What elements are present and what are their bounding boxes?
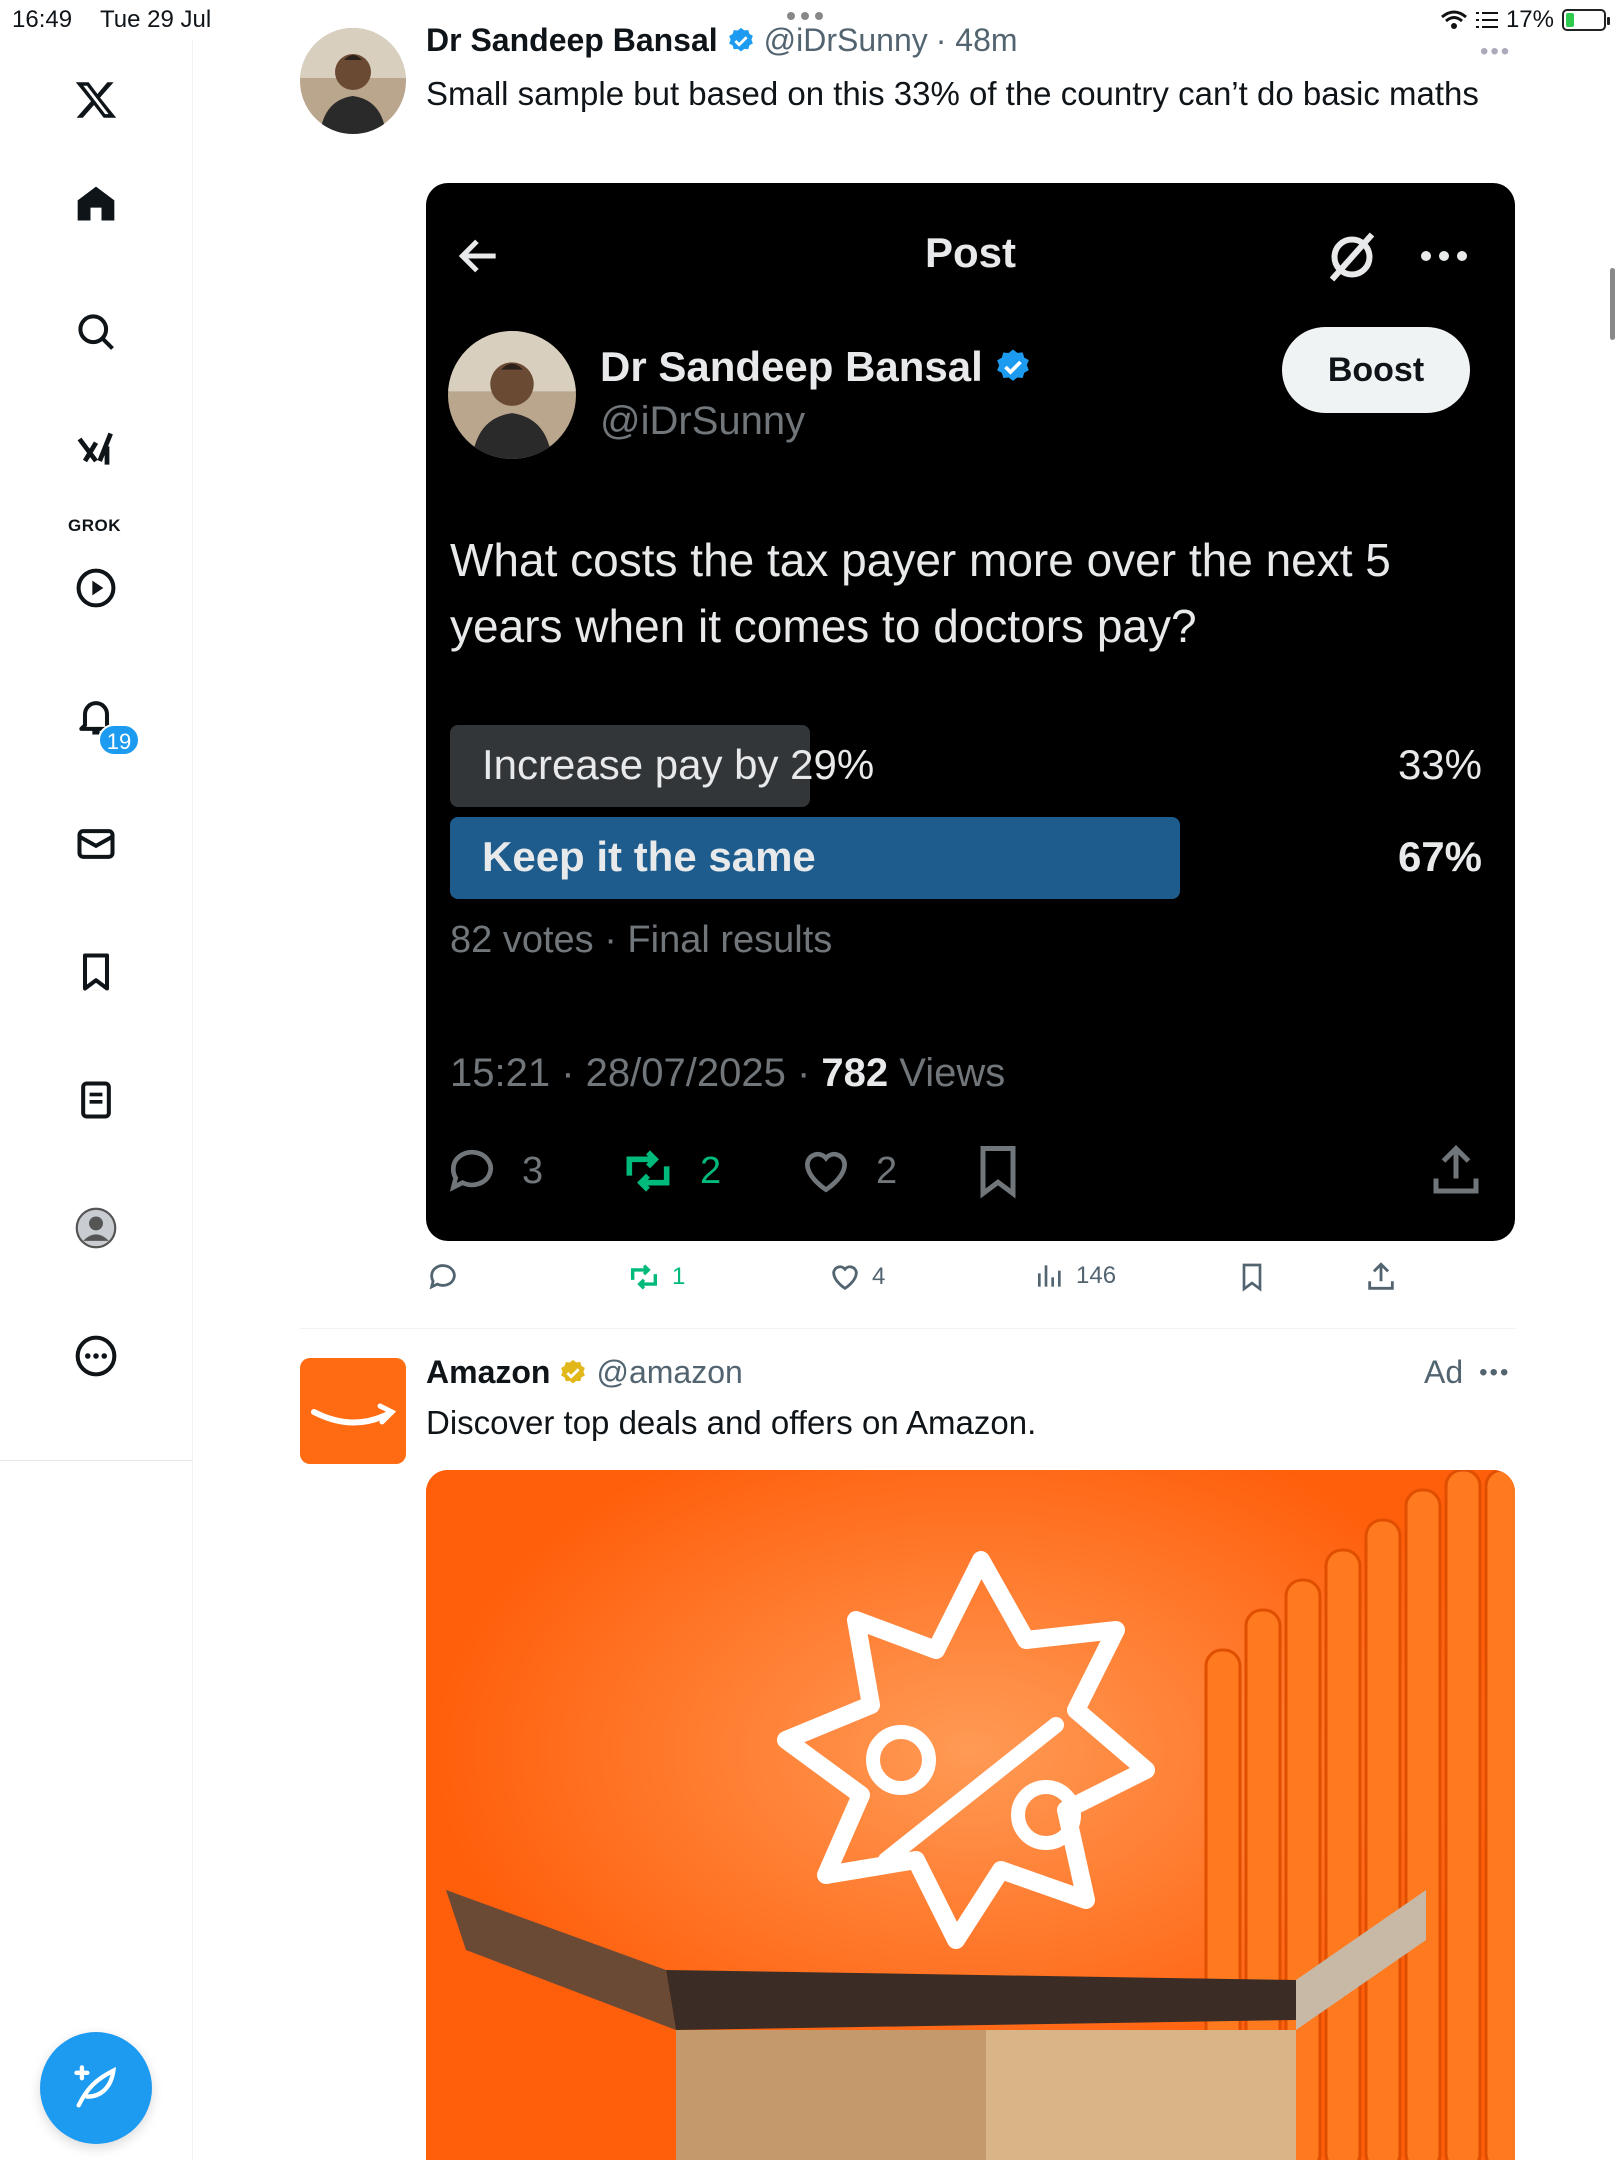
embed-author-name: Dr Sandeep Bansal: [600, 343, 983, 390]
poll-option-label: Increase pay by 29%: [482, 741, 875, 788]
like-count: 4: [872, 1263, 886, 1290]
poll-option: Increase pay by 29% 33%: [450, 725, 1490, 807]
status-indicators: 17%: [1440, 6, 1610, 34]
like-button[interactable]: 4: [828, 1260, 885, 1294]
embed-author-avatar: [448, 331, 576, 459]
embed-repost-action: 2: [618, 1143, 721, 1199]
reply-bubble-icon: [449, 1149, 493, 1192]
embed-author-name-row: Dr Sandeep Bansal: [600, 343, 1033, 391]
list-icon: [1475, 12, 1498, 28]
ad-label: Ad: [1424, 1354, 1464, 1390]
messages-mail-icon[interactable]: [66, 814, 126, 874]
poll-option-percent: 33%: [1397, 741, 1482, 788]
bookmark-icon: [1242, 1263, 1262, 1292]
feed-separator: [300, 1328, 1515, 1329]
verified-badge-icon: [728, 27, 753, 51]
home-icon[interactable]: [66, 174, 126, 234]
scrollbar[interactable]: [1610, 268, 1615, 340]
notification-badge: 19: [98, 724, 140, 756]
tweet-author-avatar[interactable]: [300, 28, 406, 134]
embed-author-handle: @iDrSunny: [600, 399, 806, 443]
tweet-text: Small sample but based on this 33% of th…: [426, 75, 1479, 112]
share-upload-icon: [1368, 1262, 1394, 1290]
views-count: 146: [1076, 1262, 1117, 1289]
battery-icon: [1562, 9, 1610, 31]
battery-percent: 17%: [1505, 6, 1554, 33]
compose-post-button[interactable]: [40, 2032, 152, 2144]
share-button[interactable]: [1364, 1260, 1398, 1294]
ad-header: Amazon @amazon: [426, 1354, 743, 1391]
tweet-actions: 1 4 146: [426, 1260, 1515, 1304]
status-date: Tue 29 Jul: [100, 6, 212, 33]
verified-badge-icon: [996, 349, 1029, 381]
poll-option: Keep it the same 67%: [450, 817, 1490, 899]
tweet-author-handle[interactable]: @iDrSunny: [764, 22, 928, 59]
grok-label: GROK: [68, 516, 121, 535]
more-options-icon[interactable]: [66, 1326, 126, 1386]
embed-timestamp: 15:21 · 28/07/2025 ·: [450, 1051, 822, 1095]
ad-author-name[interactable]: Amazon: [426, 1354, 550, 1391]
heart-icon: [832, 1265, 858, 1291]
repost-icon: [626, 1150, 670, 1192]
gold-verified-badge-icon: [561, 1359, 586, 1383]
lists-icon[interactable]: [66, 1070, 126, 1130]
poll-option-label: Keep it the same: [482, 833, 816, 880]
boost-button: Boost: [1282, 327, 1470, 413]
poll-option-percent: 67%: [1397, 833, 1482, 880]
ad-image[interactable]: [426, 1470, 1515, 2160]
views-chart-icon: [1038, 1265, 1061, 1287]
ad-text: Discover top deals and offers on Amazon.: [426, 1404, 1037, 1441]
poll-vote-summary: 82 votes · Final results: [450, 919, 833, 961]
embed-views-count: 782: [821, 1051, 889, 1095]
video-play-icon[interactable]: [66, 558, 126, 618]
tweet-author-name[interactable]: Dr Sandeep Bansal: [426, 22, 718, 59]
wifi-icon: [1440, 10, 1467, 29]
share-upload-icon: [1433, 1144, 1479, 1194]
profile-avatar-icon[interactable]: [66, 1198, 126, 1258]
heart-icon: [804, 1151, 848, 1193]
feather-plus-icon: [74, 2065, 116, 2108]
repost-icon: [630, 1264, 658, 1290]
embed-like-count: 2: [876, 1149, 898, 1192]
discount-box-illustration: [426, 1470, 1515, 2160]
repost-count: 1: [672, 1263, 686, 1290]
grok-icon[interactable]: [66, 420, 126, 480]
embed-repost-count: 2: [700, 1149, 722, 1192]
embed-reply-action: 3: [444, 1143, 543, 1199]
ad-indicator: Ad •••: [1424, 1354, 1510, 1391]
ad-more-dots-icon[interactable]: •••: [1479, 1359, 1510, 1387]
views-button[interactable]: 146: [1034, 1260, 1116, 1292]
status-time: 16:49: [12, 6, 73, 33]
reply-button[interactable]: [426, 1260, 460, 1294]
amazon-logo-avatar[interactable]: [300, 1358, 406, 1464]
search-icon[interactable]: [66, 302, 126, 362]
embed-reply-count: 3: [522, 1149, 544, 1192]
repost-button[interactable]: 1: [626, 1260, 685, 1294]
more-dots-icon[interactable]: •••: [1480, 38, 1511, 66]
sidebar-nav: GROK 19: [0, 40, 193, 2160]
tweet-age[interactable]: · 48m: [936, 22, 1018, 59]
embed-like-action: 2: [798, 1143, 897, 1199]
x-logo-icon[interactable]: [66, 70, 126, 130]
embed-views-label: Views: [888, 1051, 1006, 1095]
ad-author-handle[interactable]: @amazon: [596, 1354, 742, 1391]
bookmarks-icon[interactable]: [66, 942, 126, 1002]
tweet-header: Dr Sandeep Bansal @iDrSunny · 48m: [426, 22, 1018, 59]
reply-bubble-icon: [429, 1264, 456, 1290]
poll-question: What costs the tax payer more over the n…: [450, 534, 1391, 652]
sidebar-divider: [0, 1460, 193, 1461]
bookmark-icon: [980, 1146, 1016, 1199]
embed-timestamp-views: 15:21 · 28/07/2025 · 782 Views: [450, 1051, 1005, 1096]
multitask-dots-icon[interactable]: [787, 12, 823, 20]
more-dots-icon: [1421, 251, 1467, 261]
bookmark-button[interactable]: [1236, 1260, 1268, 1294]
grok-analyze-icon: [1329, 232, 1375, 282]
embedded-post-image[interactable]: Post Dr Sandeep Bansal @iDrSunny Boost W…: [426, 183, 1515, 1241]
